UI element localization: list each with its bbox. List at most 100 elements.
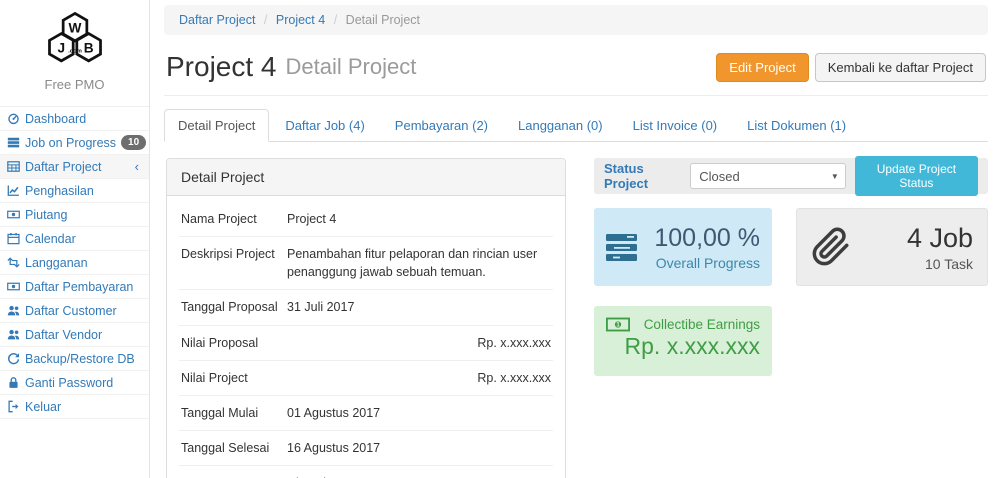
sidebar-item-dashboard[interactable]: Dashboard xyxy=(0,107,149,131)
logo: W J B .com Free PMO xyxy=(0,0,149,98)
detail-row-nama-project: Nama Project Project 4 xyxy=(179,202,553,237)
sidebar-item-label: Daftar Customer xyxy=(25,304,117,318)
progress-value: 100,00 % xyxy=(638,224,760,253)
row-value: 01 Agustus 2017 xyxy=(287,404,551,422)
row-value: Penambahan fitur pelaporan dan rincian u… xyxy=(287,245,551,281)
sidebar-item-label: Daftar Pembayaran xyxy=(25,280,133,294)
sidebar-item-backup-restore-db[interactable]: Backup/Restore DB xyxy=(0,347,149,371)
row-value: Closed xyxy=(287,474,551,478)
edit-project-button[interactable]: Edit Project xyxy=(716,53,808,82)
sidebar-item-job-on-progress[interactable]: Job on Progress 10 xyxy=(0,131,149,155)
row-label: Nilai Project xyxy=(181,369,287,387)
row-label: Tanggal Mulai xyxy=(181,404,287,422)
row-value: Rp. x.xxx.xxx xyxy=(287,334,551,352)
brand-name: Free PMO xyxy=(0,77,149,92)
logo-sub: .com xyxy=(68,49,82,55)
detail-row-nilai-proposal: Nilai Proposal Rp. x.xxx.xxx xyxy=(179,326,553,361)
detail-row-nilai-project: Nilai Project Rp. x.xxx.xxx xyxy=(179,361,553,396)
main-content: Daftar Project / Project 4 / Detail Proj… xyxy=(150,0,1000,478)
refresh-icon xyxy=(7,352,20,365)
logo-letter-w: W xyxy=(68,21,81,36)
sidebar-item-label: Backup/Restore DB xyxy=(25,352,135,366)
row-label: Tanggal Selesai xyxy=(181,439,287,457)
sidebar-item-label: Calendar xyxy=(25,232,76,246)
sidebar-item-label: Dashboard xyxy=(25,112,86,126)
tasks-icon xyxy=(7,136,20,149)
sidebar-item-keluar[interactable]: Keluar xyxy=(0,395,149,419)
calendar-icon xyxy=(7,232,20,245)
detail-row-deskripsi-project: Deskripsi Project Penambahan fitur pelap… xyxy=(179,237,553,290)
sidebar-item-daftar-pembayaran[interactable]: Daftar Pembayaran xyxy=(0,275,149,299)
breadcrumb-separator: / xyxy=(334,13,337,27)
overall-progress-card: 100,00 % Overall Progress xyxy=(594,208,772,286)
sidebar-item-label: Langganan xyxy=(25,256,88,270)
back-to-list-button[interactable]: Kembali ke daftar Project xyxy=(815,53,986,82)
page-title: Project 4 xyxy=(166,51,277,83)
app-window: W J B .com Free PMO Dashboard Job on Pro… xyxy=(0,0,1000,478)
lock-icon xyxy=(7,376,20,389)
header-buttons: Edit Project Kembali ke daftar Project xyxy=(716,53,986,82)
earnings-value: Rp. x.xxx.xxx xyxy=(606,333,760,360)
breadcrumb-daftar-project[interactable]: Daftar Project xyxy=(179,13,255,27)
panel-title: Detail Project xyxy=(167,159,565,196)
tab-daftar-job[interactable]: Daftar Job (4) xyxy=(271,109,378,142)
panel-body: Nama Project Project 4 Deskripsi Project… xyxy=(167,196,565,478)
sidebar-item-label: Daftar Vendor xyxy=(25,328,102,342)
breadcrumb-project-4[interactable]: Project 4 xyxy=(276,13,325,27)
row-value: 16 Agustus 2017 xyxy=(287,439,551,457)
detail-row-status: Status Closed xyxy=(179,466,553,478)
logo-letter-b: B xyxy=(83,41,93,56)
job-count-badge: 10 xyxy=(121,135,146,150)
detail-column: Detail Project Nama Project Project 4 De… xyxy=(166,158,566,478)
users-icon xyxy=(7,304,20,317)
row-value: Rp. x.xxx.xxx xyxy=(287,369,551,387)
page-subtitle: Detail Project xyxy=(286,54,417,80)
tab-langganan[interactable]: Langganan (0) xyxy=(504,109,617,142)
sidebar-item-daftar-project[interactable]: Daftar Project ‹ xyxy=(0,155,149,179)
tab-list-invoice[interactable]: List Invoice (0) xyxy=(619,109,732,142)
row-label: Tanggal Proposal xyxy=(181,298,287,316)
sidebar-menu: Dashboard Job on Progress 10 Daftar Proj… xyxy=(0,106,149,419)
breadcrumb-current: Detail Project xyxy=(346,13,420,27)
status-select[interactable]: Closed ▼ xyxy=(690,163,846,189)
detail-project-panel: Detail Project Nama Project Project 4 De… xyxy=(166,158,566,478)
progress-caption: Overall Progress xyxy=(638,255,760,271)
banknote-icon xyxy=(606,317,630,332)
tab-pembayaran[interactable]: Pembayaran (2) xyxy=(381,109,502,142)
sidebar-item-label: Piutang xyxy=(25,208,67,222)
jobs-caption: 10 Task xyxy=(851,256,973,272)
page-header: Project 4 Detail Project Edit Project Ke… xyxy=(164,45,988,96)
row-label: Status xyxy=(181,474,287,478)
sidebar-item-daftar-customer[interactable]: Daftar Customer xyxy=(0,299,149,323)
status-project-box: Status Project Closed ▼ Update Project S… xyxy=(594,158,988,194)
money-icon xyxy=(7,208,20,221)
breadcrumb-separator: / xyxy=(264,13,267,27)
update-project-status-button[interactable]: Update Project Status xyxy=(855,156,978,196)
dashboard-icon xyxy=(7,112,20,125)
detail-row-tanggal-proposal: Tanggal Proposal 31 Juli 2017 xyxy=(179,290,553,325)
sidebar-item-daftar-vendor[interactable]: Daftar Vendor xyxy=(0,323,149,347)
sidebar-item-piutang[interactable]: Piutang xyxy=(0,203,149,227)
detail-row-tanggal-mulai: Tanggal Mulai 01 Agustus 2017 xyxy=(179,396,553,431)
row-label: Deskripsi Project xyxy=(181,245,287,281)
sidebar-item-langganan[interactable]: Langganan xyxy=(0,251,149,275)
tab-bar: Detail Project Daftar Job (4) Pembayaran… xyxy=(164,109,988,142)
sidebar: W J B .com Free PMO Dashboard Job on Pro… xyxy=(0,0,150,478)
collectible-earnings-card: Collectibe Earnings Rp. x.xxx.xxx xyxy=(594,306,772,376)
sidebar-item-label: Penghasilan xyxy=(25,184,94,198)
tab-list-dokumen[interactable]: List Dokumen (1) xyxy=(733,109,860,142)
sign-out-icon xyxy=(7,400,20,413)
tab-content: Detail Project Nama Project Project 4 De… xyxy=(164,142,988,478)
detail-row-tanggal-selesai: Tanggal Selesai 16 Agustus 2017 xyxy=(179,431,553,466)
sidebar-item-label: Job on Progress xyxy=(25,136,116,150)
row-value: Project 4 xyxy=(287,210,551,228)
breadcrumb: Daftar Project / Project 4 / Detail Proj… xyxy=(164,5,988,35)
table-icon xyxy=(7,160,20,173)
sidebar-item-ganti-password[interactable]: Ganti Password xyxy=(0,371,149,395)
stat-cards: 100,00 % Overall Progress 4 Job 10 Task xyxy=(594,208,988,286)
chevron-left-icon: ‹ xyxy=(135,159,139,174)
sidebar-item-calendar[interactable]: Calendar xyxy=(0,227,149,251)
sidebar-item-penghasilan[interactable]: Penghasilan xyxy=(0,179,149,203)
tab-detail-project[interactable]: Detail Project xyxy=(164,109,269,142)
logo-letter-j: J xyxy=(57,41,65,56)
